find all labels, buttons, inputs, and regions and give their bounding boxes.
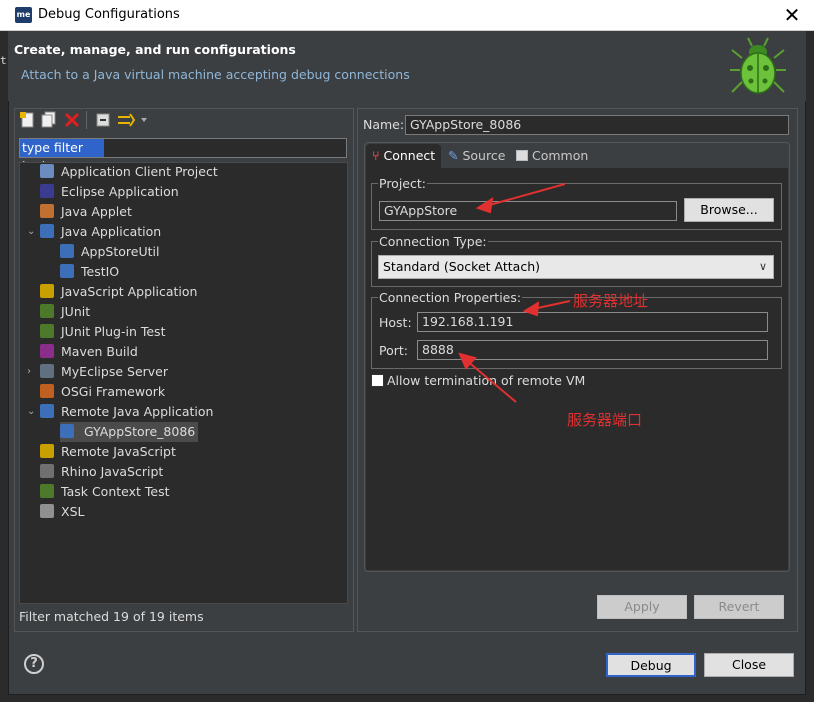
xsl-icon xyxy=(40,504,54,518)
port-arrow xyxy=(465,359,517,403)
tree-item-label: Java Applet xyxy=(61,204,132,219)
applet-icon xyxy=(40,204,54,218)
project-arrow xyxy=(485,183,566,207)
tree-item[interactable]: AppStoreUtil xyxy=(60,242,159,262)
close-button[interactable]: Close xyxy=(704,653,794,677)
tree-item-label: AppStoreUtil xyxy=(81,244,160,259)
help-icon[interactable]: ? xyxy=(24,654,44,674)
tree-item-label: Java Application xyxy=(61,224,162,239)
junit-plugin-icon xyxy=(40,324,54,338)
tree-item[interactable]: Task Context Test xyxy=(40,482,170,502)
port-annotation: 服务器端口 xyxy=(567,411,643,429)
tree-item-label: Remote JavaScript xyxy=(61,444,176,459)
tree-item[interactable]: JavaScript Application xyxy=(40,282,197,302)
tree-item-label: Rhino JavaScript xyxy=(61,464,164,479)
tree-item-label: Eclipse Application xyxy=(61,184,179,199)
remote-java-icon xyxy=(60,424,74,438)
chevron-down-icon[interactable]: ⌄ xyxy=(27,223,35,241)
project-arrow-head xyxy=(475,196,494,214)
debug-button[interactable]: Debug xyxy=(606,653,696,677)
tree-item[interactable]: Application Client Project xyxy=(40,162,218,182)
host-annotation: 服务器地址 xyxy=(573,292,649,310)
eclipse-icon xyxy=(40,184,54,198)
tree-item-label: TestIO xyxy=(81,264,120,279)
tree-item[interactable]: MyEclipse Server xyxy=(40,362,168,382)
tree-item[interactable]: TestIO xyxy=(60,262,119,282)
tree-item[interactable]: Java Applet xyxy=(40,202,132,222)
tree-item-label: JUnit xyxy=(61,304,91,319)
tree-item[interactable]: Eclipse Application xyxy=(40,182,179,202)
rhino-icon xyxy=(40,464,54,478)
tree-item[interactable]: GYAppStore_8086 xyxy=(60,422,199,442)
tree-item-label: OSGi Framework xyxy=(61,384,166,399)
tree-item[interactable]: JUnit xyxy=(40,302,90,322)
apply-button[interactable]: Apply xyxy=(597,595,687,619)
chevron-down-icon[interactable]: ⌄ xyxy=(27,403,35,421)
maven-icon xyxy=(40,344,54,358)
java-app-icon xyxy=(60,244,74,258)
tree-item-label: MyEclipse Server xyxy=(61,364,169,379)
osgi-icon xyxy=(40,384,54,398)
chevron-right-icon[interactable]: › xyxy=(27,363,31,381)
tree-item-label: GYAppStore_8086 xyxy=(81,424,199,439)
java-app-icon xyxy=(40,224,54,238)
tree-item[interactable]: JUnit Plug-in Test xyxy=(40,322,165,342)
junit-icon xyxy=(40,304,54,318)
tree-item-label: Task Context Test xyxy=(61,484,170,499)
remote-js-icon xyxy=(40,444,54,458)
tree-item-label: Remote Java Application xyxy=(61,404,214,419)
tree-item[interactable]: Maven Build xyxy=(40,342,138,362)
tree-item[interactable]: Rhino JavaScript xyxy=(40,462,163,482)
tree-item[interactable]: Java Application xyxy=(40,222,161,242)
revert-button[interactable]: Revert xyxy=(694,595,784,619)
host-arrow-head xyxy=(522,301,540,317)
tree-item-label: Maven Build xyxy=(61,344,138,359)
tree-item-label: Application Client Project xyxy=(61,164,218,179)
tree-item[interactable]: OSGi Framework xyxy=(40,382,165,402)
tree-item-label: JavaScript Application xyxy=(61,284,198,299)
javascript-icon xyxy=(40,284,54,298)
tree-item-label: XSL xyxy=(61,504,85,519)
tree-item[interactable]: XSL xyxy=(40,502,84,522)
tree-item[interactable]: Remote JavaScript xyxy=(40,442,176,462)
remote-java-icon xyxy=(40,404,54,418)
app-client-icon xyxy=(40,164,54,178)
java-app-icon xyxy=(60,264,74,278)
server-icon xyxy=(40,364,54,378)
task-icon xyxy=(40,484,54,498)
tree-item[interactable]: Remote Java Application xyxy=(40,402,213,422)
tree-item-label: JUnit Plug-in Test xyxy=(61,324,166,339)
